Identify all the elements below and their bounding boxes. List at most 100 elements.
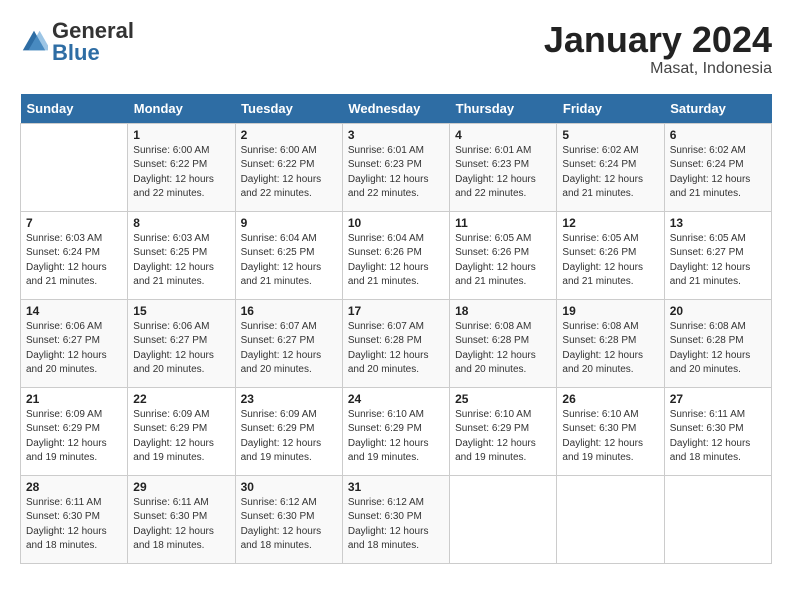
calendar-cell: 9 Sunrise: 6:04 AM Sunset: 6:25 PM Daylig… bbox=[235, 211, 342, 299]
day-number: 11 bbox=[455, 216, 551, 230]
calendar-week-3: 14Sunrise: 6:06 AM Sunset: 6:27 PM Dayli… bbox=[21, 299, 772, 387]
day-info: Sunrise: 6:11 AM Sunset: 6:30 PM Dayligh… bbox=[670, 408, 766, 466]
day-info: Sunrise: 6:11 AM Sunset: 6:30 PM Dayligh… bbox=[26, 496, 122, 554]
day-info: Sunrise: 6:09 AM Sunset: 6:29 PM Dayligh… bbox=[26, 408, 122, 466]
calendar-cell: 18Sunrise: 6:08 AM Sunset: 6:28 PM Dayli… bbox=[450, 299, 557, 387]
day-info: Sunrise: 6:10 AM Sunset: 6:29 PM Dayligh… bbox=[348, 408, 444, 466]
calendar-cell: 26 Sunrise: 6:10 AM Sunset: 6:30 PM Dayli… bbox=[557, 387, 664, 475]
day-info: Sunrise: 6:07 AM Sunset: 6:27 PM Dayligh… bbox=[241, 320, 337, 378]
day-info: Sunrise: 6:08 AM Sunset: 6:28 PM Dayligh… bbox=[670, 320, 766, 378]
title-block: January 2024 Masat, Indonesia bbox=[544, 20, 772, 78]
calendar-cell: 14Sunrise: 6:06 AM Sunset: 6:27 PM Dayli… bbox=[21, 299, 128, 387]
day-number: 16 bbox=[241, 304, 337, 318]
day-number: 30 bbox=[241, 480, 337, 494]
calendar-cell: 31 Sunrise: 6:12 AM Sunset: 6:30 PM Dayli… bbox=[342, 475, 449, 563]
day-number: 8 bbox=[133, 216, 229, 230]
calendar-week-1: 1 Sunrise: 6:00 AM Sunset: 6:22 PM Daylig… bbox=[21, 123, 772, 211]
day-info: Sunrise: 6:02 AM Sunset: 6:24 PM Dayligh… bbox=[562, 144, 658, 202]
day-info: Sunrise: 6:07 AM Sunset: 6:28 PM Dayligh… bbox=[348, 320, 444, 378]
day-info: Sunrise: 6:10 AM Sunset: 6:30 PM Dayligh… bbox=[562, 408, 658, 466]
day-number: 2 bbox=[241, 128, 337, 142]
day-number: 28 bbox=[26, 480, 122, 494]
calendar-cell bbox=[664, 475, 771, 563]
day-info: Sunrise: 6:02 AM Sunset: 6:24 PM Dayligh… bbox=[670, 144, 766, 202]
calendar-cell: 2Sunrise: 6:00 AM Sunset: 6:22 PM Daylig… bbox=[235, 123, 342, 211]
calendar-cell: 15 Sunrise: 6:06 AM Sunset: 6:27 PM Dayli… bbox=[128, 299, 235, 387]
calendar-cell: 10 Sunrise: 6:04 AM Sunset: 6:26 PM Dayli… bbox=[342, 211, 449, 299]
calendar-cell: 5 Sunrise: 6:02 AM Sunset: 6:24 PM Daylig… bbox=[557, 123, 664, 211]
calendar-cell: 7 Sunrise: 6:03 AM Sunset: 6:24 PM Daylig… bbox=[21, 211, 128, 299]
calendar-cell: 1 Sunrise: 6:00 AM Sunset: 6:22 PM Daylig… bbox=[128, 123, 235, 211]
day-number: 21 bbox=[26, 392, 122, 406]
weekday-header-tuesday: Tuesday bbox=[235, 94, 342, 124]
day-number: 23 bbox=[241, 392, 337, 406]
calendar-week-2: 7 Sunrise: 6:03 AM Sunset: 6:24 PM Daylig… bbox=[21, 211, 772, 299]
day-info: Sunrise: 6:12 AM Sunset: 6:30 PM Dayligh… bbox=[348, 496, 444, 554]
day-number: 31 bbox=[348, 480, 444, 494]
calendar-body: 1 Sunrise: 6:00 AM Sunset: 6:22 PM Daylig… bbox=[21, 123, 772, 563]
calendar-cell: 24 Sunrise: 6:10 AM Sunset: 6:29 PM Dayli… bbox=[342, 387, 449, 475]
day-number: 1 bbox=[133, 128, 229, 142]
calendar-week-4: 21 Sunrise: 6:09 AM Sunset: 6:29 PM Dayli… bbox=[21, 387, 772, 475]
day-number: 13 bbox=[670, 216, 766, 230]
weekday-header-monday: Monday bbox=[128, 94, 235, 124]
location-subtitle: Masat, Indonesia bbox=[544, 60, 772, 78]
day-number: 20 bbox=[670, 304, 766, 318]
day-number: 29 bbox=[133, 480, 229, 494]
day-info: Sunrise: 6:03 AM Sunset: 6:24 PM Dayligh… bbox=[26, 232, 122, 290]
day-number: 7 bbox=[26, 216, 122, 230]
day-info: Sunrise: 6:09 AM Sunset: 6:29 PM Dayligh… bbox=[133, 408, 229, 466]
day-info: Sunrise: 6:12 AM Sunset: 6:30 PM Dayligh… bbox=[241, 496, 337, 554]
calendar-cell: 22 Sunrise: 6:09 AM Sunset: 6:29 PM Dayli… bbox=[128, 387, 235, 475]
calendar-cell: 16 Sunrise: 6:07 AM Sunset: 6:27 PM Dayli… bbox=[235, 299, 342, 387]
day-number: 10 bbox=[348, 216, 444, 230]
day-info: Sunrise: 6:08 AM Sunset: 6:28 PM Dayligh… bbox=[562, 320, 658, 378]
day-number: 18 bbox=[455, 304, 551, 318]
calendar-cell: 29Sunrise: 6:11 AM Sunset: 6:30 PM Dayli… bbox=[128, 475, 235, 563]
calendar-cell: 28 Sunrise: 6:11 AM Sunset: 6:30 PM Dayli… bbox=[21, 475, 128, 563]
day-info: Sunrise: 6:05 AM Sunset: 6:27 PM Dayligh… bbox=[670, 232, 766, 290]
day-number: 3 bbox=[348, 128, 444, 142]
day-number: 24 bbox=[348, 392, 444, 406]
calendar-cell: 8Sunrise: 6:03 AM Sunset: 6:25 PM Daylig… bbox=[128, 211, 235, 299]
day-info: Sunrise: 6:05 AM Sunset: 6:26 PM Dayligh… bbox=[455, 232, 551, 290]
logo-icon bbox=[20, 28, 48, 56]
weekday-header-friday: Friday bbox=[557, 94, 664, 124]
calendar-cell: 20 Sunrise: 6:08 AM Sunset: 6:28 PM Dayli… bbox=[664, 299, 771, 387]
day-number: 12 bbox=[562, 216, 658, 230]
day-info: Sunrise: 6:04 AM Sunset: 6:25 PM Dayligh… bbox=[241, 232, 337, 290]
calendar-cell: 27 Sunrise: 6:11 AM Sunset: 6:30 PM Dayli… bbox=[664, 387, 771, 475]
day-number: 5 bbox=[562, 128, 658, 142]
logo: General Blue bbox=[20, 20, 134, 64]
day-info: Sunrise: 6:01 AM Sunset: 6:23 PM Dayligh… bbox=[348, 144, 444, 202]
logo-text: General Blue bbox=[52, 20, 134, 64]
calendar-cell: 6Sunrise: 6:02 AM Sunset: 6:24 PM Daylig… bbox=[664, 123, 771, 211]
day-number: 27 bbox=[670, 392, 766, 406]
day-info: Sunrise: 6:10 AM Sunset: 6:29 PM Dayligh… bbox=[455, 408, 551, 466]
calendar-cell: 25 Sunrise: 6:10 AM Sunset: 6:29 PM Dayli… bbox=[450, 387, 557, 475]
weekday-header-saturday: Saturday bbox=[664, 94, 771, 124]
calendar-header-row: SundayMondayTuesdayWednesdayThursdayFrid… bbox=[21, 94, 772, 124]
calendar-cell: 3 Sunrise: 6:01 AM Sunset: 6:23 PM Daylig… bbox=[342, 123, 449, 211]
day-number: 22 bbox=[133, 392, 229, 406]
day-info: Sunrise: 6:06 AM Sunset: 6:27 PM Dayligh… bbox=[133, 320, 229, 378]
month-year-title: January 2024 bbox=[544, 20, 772, 60]
calendar-cell: 12Sunrise: 6:05 AM Sunset: 6:26 PM Dayli… bbox=[557, 211, 664, 299]
calendar-cell: 19Sunrise: 6:08 AM Sunset: 6:28 PM Dayli… bbox=[557, 299, 664, 387]
day-number: 25 bbox=[455, 392, 551, 406]
day-info: Sunrise: 6:00 AM Sunset: 6:22 PM Dayligh… bbox=[133, 144, 229, 202]
day-number: 26 bbox=[562, 392, 658, 406]
day-number: 17 bbox=[348, 304, 444, 318]
calendar-cell: 13 Sunrise: 6:05 AM Sunset: 6:27 PM Dayli… bbox=[664, 211, 771, 299]
calendar-table: SundayMondayTuesdayWednesdayThursdayFrid… bbox=[20, 94, 772, 564]
day-number: 9 bbox=[241, 216, 337, 230]
day-info: Sunrise: 6:04 AM Sunset: 6:26 PM Dayligh… bbox=[348, 232, 444, 290]
calendar-cell bbox=[21, 123, 128, 211]
calendar-cell: 21 Sunrise: 6:09 AM Sunset: 6:29 PM Dayli… bbox=[21, 387, 128, 475]
day-number: 15 bbox=[133, 304, 229, 318]
calendar-cell bbox=[450, 475, 557, 563]
weekday-header-thursday: Thursday bbox=[450, 94, 557, 124]
weekday-header-wednesday: Wednesday bbox=[342, 94, 449, 124]
weekday-header-sunday: Sunday bbox=[21, 94, 128, 124]
day-info: Sunrise: 6:09 AM Sunset: 6:29 PM Dayligh… bbox=[241, 408, 337, 466]
